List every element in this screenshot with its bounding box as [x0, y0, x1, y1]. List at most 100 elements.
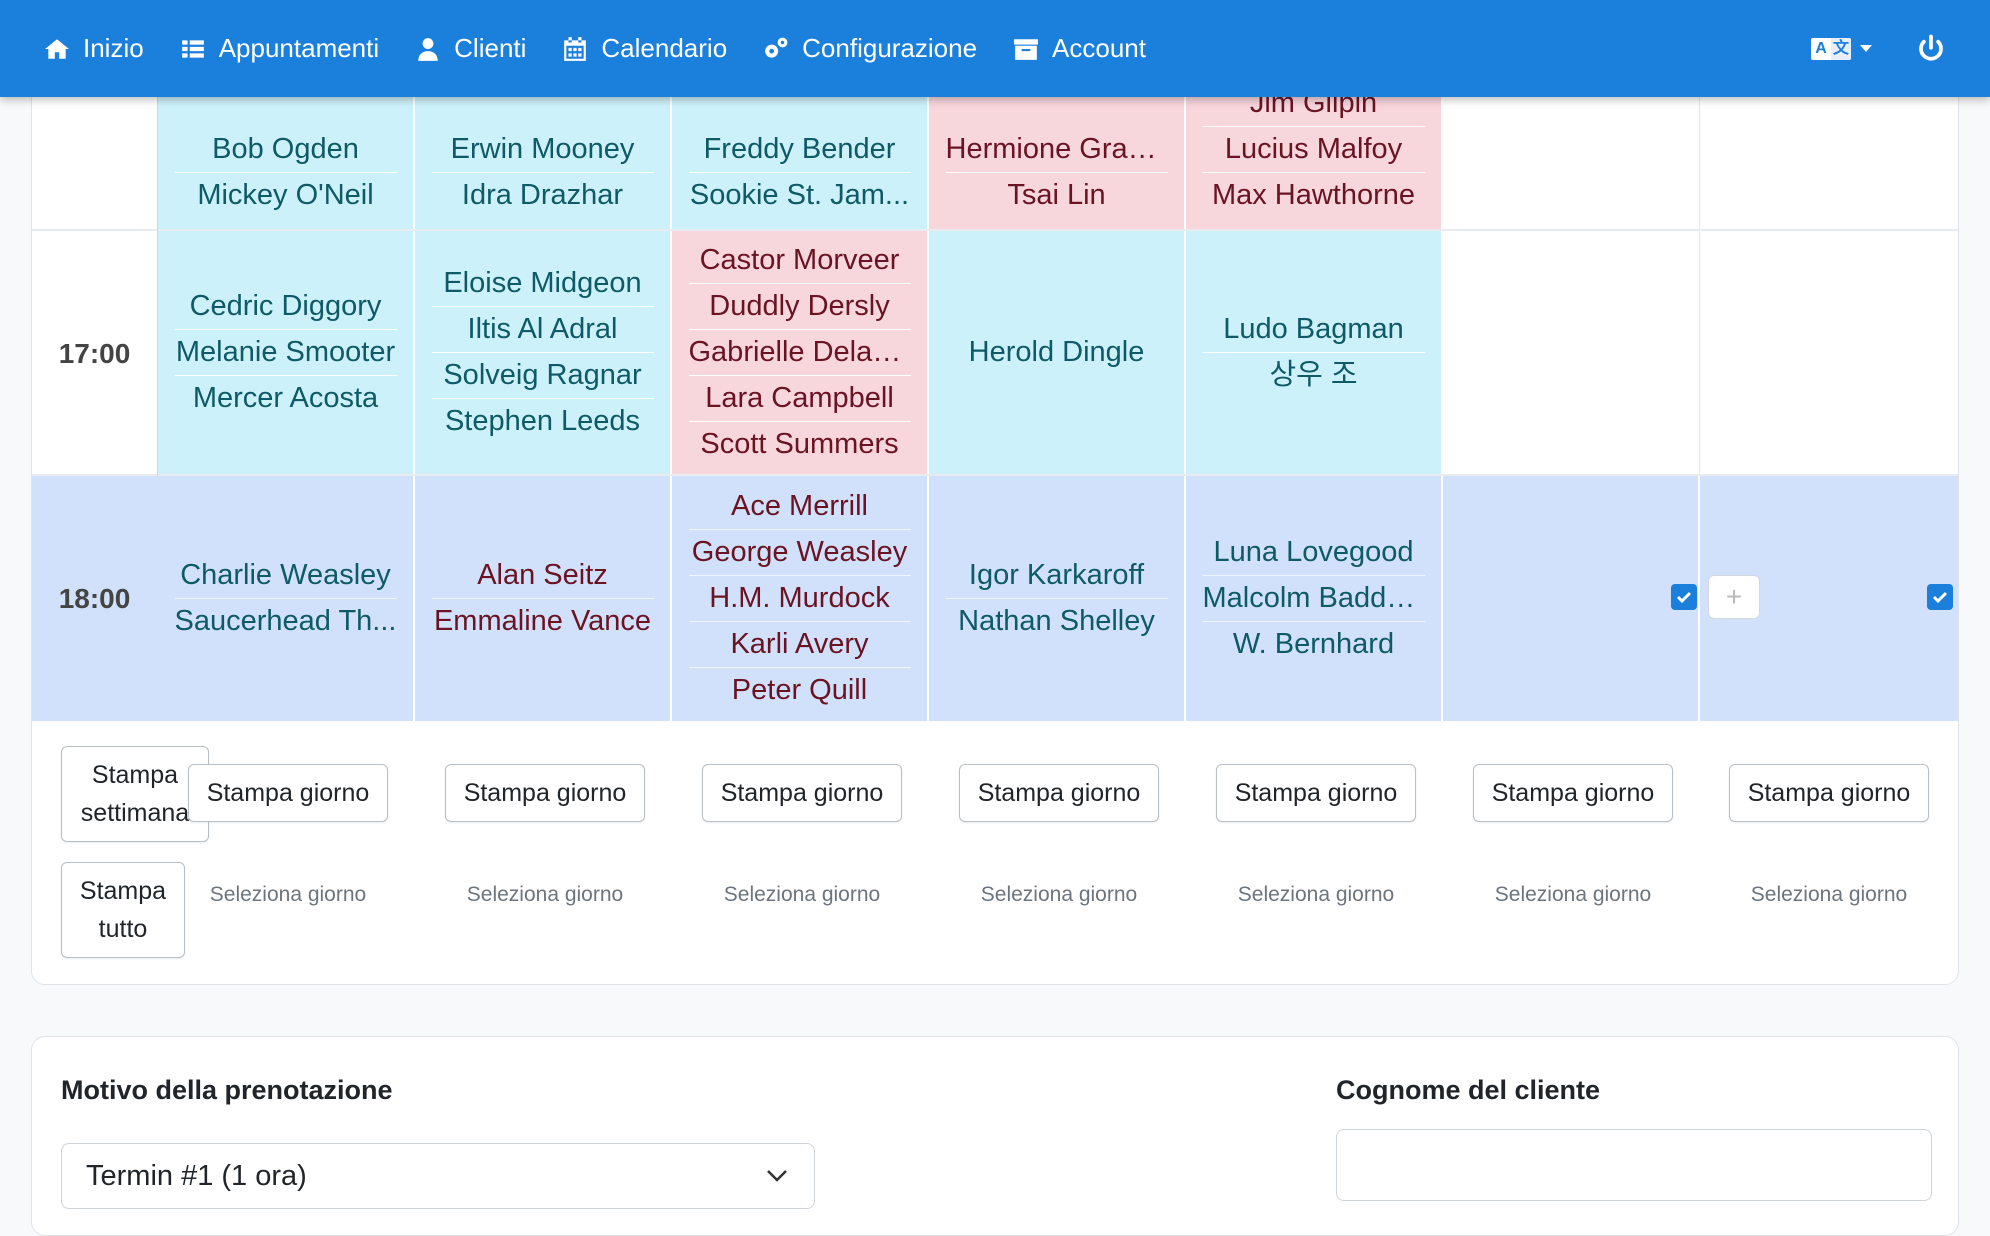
day-slot-cell[interactable]: Ludo Bagman 상우 조: [1186, 231, 1443, 474]
appointment-name[interactable]: Charlie Weasley: [174, 553, 397, 599]
appointment-name[interactable]: Bob Ogden: [174, 127, 397, 173]
appointment-name[interactable]: Emmaline Vance: [432, 599, 654, 645]
appointment-name[interactable]: Eloise Midgeon: [431, 261, 654, 307]
print-day-button[interactable]: Stampa giorno: [445, 764, 645, 822]
nav-clients-label: Clienti: [454, 33, 527, 63]
appointment-name[interactable]: W. Bernhard: [1203, 622, 1425, 668]
nav-calendar[interactable]: Calendario: [562, 33, 727, 64]
appointment-name[interactable]: Melanie Smooter: [174, 330, 397, 376]
select-day-link[interactable]: Seleziona giorno: [1206, 883, 1426, 907]
day-slot-cell[interactable]: [1700, 231, 1958, 474]
select-day-link[interactable]: Seleziona giorno: [1463, 883, 1683, 907]
appointment-name[interactable]: Castor Morveer: [688, 238, 911, 284]
appointment-name[interactable]: Gabrielle Delac...: [688, 330, 911, 376]
nav-home[interactable]: Inizio: [44, 33, 144, 64]
appointment-name[interactable]: Herold Dingle: [946, 330, 1168, 376]
appointment-name[interactable]: Max Hawthorne: [1203, 173, 1425, 219]
nav-clients[interactable]: Clienti: [415, 33, 526, 64]
appointment-name[interactable]: Scott Summers: [689, 422, 911, 468]
day-slot-cell[interactable]: Alan Seitz Emmaline Vance: [415, 476, 672, 721]
calendar-card: Bob Ogden Mickey O'Neil Erwin Mooney Idra D…: [31, 60, 1959, 985]
schedule-row: 17:00 Cedric Diggory Melanie Smooter Mercer…: [32, 231, 1958, 476]
appointment-name[interactable]: Erwin Mooney: [431, 127, 654, 173]
surname-input[interactable]: [1336, 1129, 1932, 1201]
appointment-name[interactable]: Solveig Ragnar: [431, 353, 654, 399]
reason-select[interactable]: Termin #1 (1 ora): [61, 1143, 815, 1209]
appointment-name[interactable]: Mercer Acosta: [175, 376, 397, 422]
power-icon[interactable]: [1916, 34, 1946, 64]
language-icon: A文: [1811, 37, 1851, 60]
appointment-name[interactable]: Lucius Malfoy: [1202, 127, 1425, 173]
appointment-name[interactable]: Alan Seitz: [431, 553, 654, 599]
appointment-name[interactable]: Nathan Shelley: [946, 599, 1168, 645]
print-day-button[interactable]: Stampa giorno: [1473, 764, 1673, 822]
print-day-button[interactable]: Stampa giorno: [959, 764, 1159, 822]
chevron-down-icon: [1860, 45, 1872, 52]
appointment-name[interactable]: Cedric Diggory: [174, 284, 397, 330]
appointment-name[interactable]: 상우 조: [1203, 353, 1425, 399]
user-icon: [418, 37, 438, 61]
day-slot-cell[interactable]: Ace Merrill George Weasley H.M. Murdock Kar…: [672, 476, 929, 721]
appointment-name[interactable]: Luna Lovegood: [1202, 530, 1425, 576]
appointment-name[interactable]: Hermione Gran...: [945, 127, 1168, 173]
appointment-name[interactable]: Iltis Al Adral: [431, 307, 654, 353]
print-week-button[interactable]: Stampa settimana: [61, 746, 209, 842]
appointment-name[interactable]: Freddy Bender: [688, 127, 911, 173]
select-day-link[interactable]: Seleziona giorno: [178, 883, 398, 907]
nav-calendar-label: Calendario: [601, 33, 728, 63]
appointment-name[interactable]: Mickey O'Neil: [175, 173, 397, 219]
day-slot-cell[interactable]: [1443, 476, 1700, 721]
appointment-name[interactable]: Idra Drazhar: [432, 173, 654, 219]
language-dropdown[interactable]: A文: [1811, 37, 1872, 60]
print-day-button[interactable]: Stampa giorno: [188, 764, 388, 822]
booking-form-card: Motivo della prenotazione Termin #1 (1 o…: [31, 1036, 1959, 1236]
appointment-name[interactable]: Karli Avery: [688, 622, 911, 668]
day-slot-cell[interactable]: [1443, 231, 1700, 474]
appointment-name[interactable]: Stephen Leeds: [432, 399, 654, 445]
day-slot-cell[interactable]: Charlie Weasley Saucerhead Th...: [158, 476, 415, 721]
appointment-name[interactable]: Ludo Bagman: [1202, 307, 1425, 353]
nav-settings[interactable]: Configurazione: [763, 33, 977, 64]
select-day-link[interactable]: Seleziona giorno: [1719, 883, 1939, 907]
day-slot-cell[interactable]: Castor Morveer Duddly Dersly Gabrielle Del…: [672, 231, 929, 474]
print-day-button[interactable]: Stampa giorno: [1729, 764, 1929, 822]
appointment-name[interactable]: Malcolm Baddo...: [1202, 576, 1425, 622]
print-day-button[interactable]: Stampa giorno: [1216, 764, 1416, 822]
nav-appointments[interactable]: Appuntamenti: [180, 33, 379, 64]
select-checkbox[interactable]: [1671, 584, 1697, 610]
select-checkbox[interactable]: [1927, 584, 1953, 610]
appointment-name[interactable]: George Weasley: [688, 530, 911, 576]
nav-right: A文: [1811, 0, 1990, 97]
nav-appointments-label: Appuntamenti: [218, 33, 380, 63]
day-slot-cell[interactable]: Herold Dingle: [929, 231, 1186, 474]
select-day-link[interactable]: Seleziona giorno: [949, 883, 1169, 907]
calendar-icon: [564, 36, 587, 61]
appointment-name[interactable]: Peter Quill: [689, 668, 911, 714]
appointment-name[interactable]: Lara Campbell: [688, 376, 911, 422]
day-slot-cell[interactable]: Luna Lovegood Malcolm Baddo... W. Bernhard: [1186, 476, 1443, 721]
appointment-name[interactable]: Duddly Dersly: [688, 284, 911, 330]
chevron-down-icon: [767, 1170, 787, 1182]
print-all-button[interactable]: Stampa tutto: [61, 862, 185, 958]
appointment-name[interactable]: Igor Karkaroff: [945, 553, 1168, 599]
time-slot-label: 17:00: [32, 231, 158, 476]
appointment-name[interactable]: H.M. Murdock: [688, 576, 911, 622]
day-slot-cell[interactable]: Igor Karkaroff Nathan Shelley: [929, 476, 1186, 721]
nav-settings-label: Configurazione: [802, 33, 978, 63]
nav-menu: Inizio Appuntamenti Clienti Calendario C…: [44, 33, 1182, 64]
select-day-link[interactable]: Seleziona giorno: [692, 883, 912, 907]
nav-home-label: Inizio: [83, 33, 144, 63]
appointment-name[interactable]: Tsai Lin: [946, 173, 1168, 219]
appointment-name[interactable]: Saucerhead Th...: [175, 599, 397, 645]
list-icon: [181, 39, 204, 58]
day-slot-cell[interactable]: Eloise Midgeon Iltis Al Adral Solveig Ragn…: [415, 231, 672, 474]
select-day-link[interactable]: Seleziona giorno: [435, 883, 655, 907]
appointment-name[interactable]: Ace Merrill: [688, 484, 911, 530]
day-slot-cell[interactable]: Cedric Diggory Melanie Smooter Mercer Acos…: [158, 231, 415, 474]
nav-account[interactable]: Account: [1013, 33, 1146, 64]
surname-label: Cognome del cliente: [1336, 1075, 1601, 1105]
appointment-name[interactable]: Sookie St. Jam...: [689, 173, 911, 219]
print-day-button[interactable]: Stampa giorno: [702, 764, 902, 822]
add-appointment-button[interactable]: +: [1708, 575, 1760, 619]
nav-account-label: Account: [1052, 33, 1146, 63]
